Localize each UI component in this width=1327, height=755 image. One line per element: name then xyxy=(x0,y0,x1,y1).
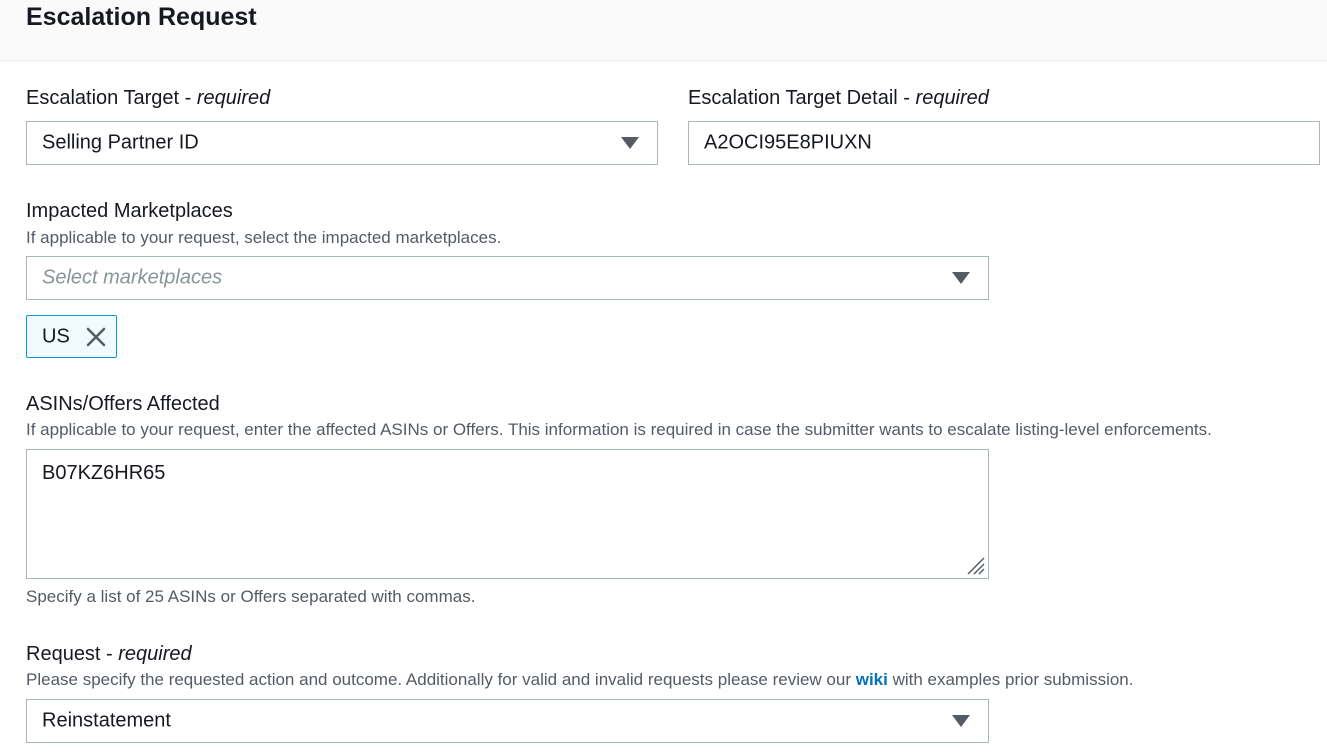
request-value: Reinstatement xyxy=(42,709,171,732)
marketplace-token-label: US xyxy=(42,325,70,347)
marketplaces-label: Impacted Marketplaces xyxy=(26,200,233,222)
page-title: Escalation Request xyxy=(26,3,257,31)
escalation-target-detail-label: Escalation Target Detail - required xyxy=(688,86,989,110)
wiki-link[interactable]: wiki xyxy=(856,670,888,689)
request-description: Please specify the requested action and … xyxy=(26,669,1134,691)
close-icon[interactable] xyxy=(84,325,108,349)
escalation-target-detail-label-text: Escalation Target Detail - xyxy=(688,87,916,109)
request-description-before: Please specify the requested action and … xyxy=(26,670,856,689)
asins-label: ASINs/Offers Affected xyxy=(26,393,220,415)
escalation-target-value: Selling Partner ID xyxy=(42,131,199,154)
request-description-after: with examples prior submission. xyxy=(887,670,1134,689)
asins-description: If applicable to your request, enter the… xyxy=(26,420,1212,439)
escalation-target-detail-input[interactable]: A2OCI95E8PIUXN xyxy=(688,121,1320,165)
page-header: Escalation Request xyxy=(0,0,1327,61)
marketplaces-placeholder: Select marketplaces xyxy=(42,266,223,289)
caret-down-icon xyxy=(952,715,970,727)
escalation-target-label-text: Escalation Target - xyxy=(26,87,197,109)
required-marker: required xyxy=(196,87,271,109)
asins-hint: Specify a list of 25 ASINs or Offers sep… xyxy=(26,587,476,606)
required-marker: required xyxy=(915,87,989,109)
escalation-target-select[interactable]: Selling Partner ID xyxy=(26,121,658,165)
required-marker: required xyxy=(118,643,192,665)
marketplaces-multiselect[interactable]: Select marketplaces xyxy=(26,256,989,300)
resize-handle-icon[interactable] xyxy=(964,554,986,576)
asins-value: B07KZ6HR65 xyxy=(42,462,166,484)
escalation-target-label: Escalation Target - required xyxy=(26,86,270,110)
request-select[interactable]: Reinstatement xyxy=(26,699,989,743)
request-label-text: Request - xyxy=(26,643,119,665)
request-label: Request - required xyxy=(26,642,192,666)
marketplace-token-us: US xyxy=(26,315,117,358)
asins-textarea[interactable]: B07KZ6HR65 xyxy=(26,449,989,579)
caret-down-icon xyxy=(621,137,639,149)
escalation-target-detail-value: A2OCI95E8PIUXN xyxy=(704,131,872,154)
marketplaces-description: If applicable to your request, select th… xyxy=(26,228,502,247)
caret-down-icon xyxy=(952,272,970,284)
